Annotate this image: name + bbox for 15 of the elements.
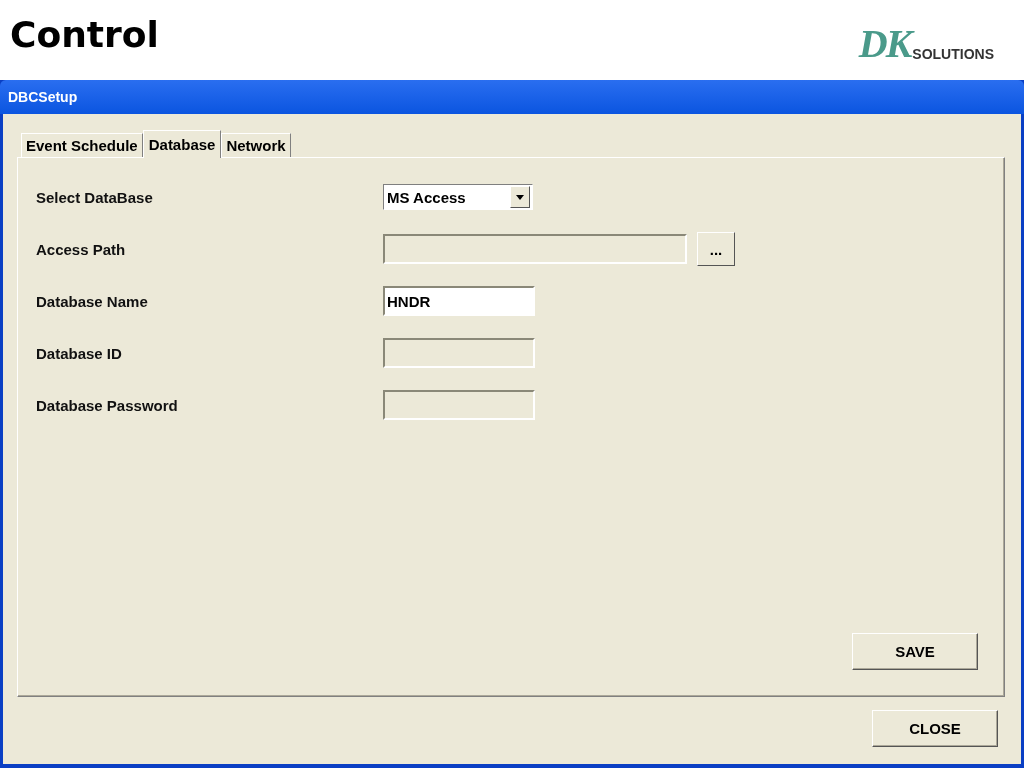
dropdown[interactable]: MS Access (383, 184, 533, 210)
field-label: Database Name (36, 292, 149, 310)
field-label: Select DataBase (36, 188, 154, 206)
field-label: Database Password (36, 396, 179, 414)
tab[interactable]: Network (221, 133, 291, 157)
close-button[interactable]: CLOSE (872, 710, 998, 747)
input-field[interactable]: HNDR (383, 286, 535, 316)
field-label: Database ID (36, 344, 123, 362)
field-label: Access Path (36, 240, 127, 258)
slide-title: Control (10, 14, 159, 55)
save-button[interactable]: SAVE (852, 633, 978, 670)
logo-text: SOLUTIONS (912, 46, 994, 62)
tab[interactable]: Database (142, 130, 222, 158)
window-title: DBCSetup (8, 89, 78, 105)
tab[interactable]: Event Schedule (21, 133, 143, 157)
